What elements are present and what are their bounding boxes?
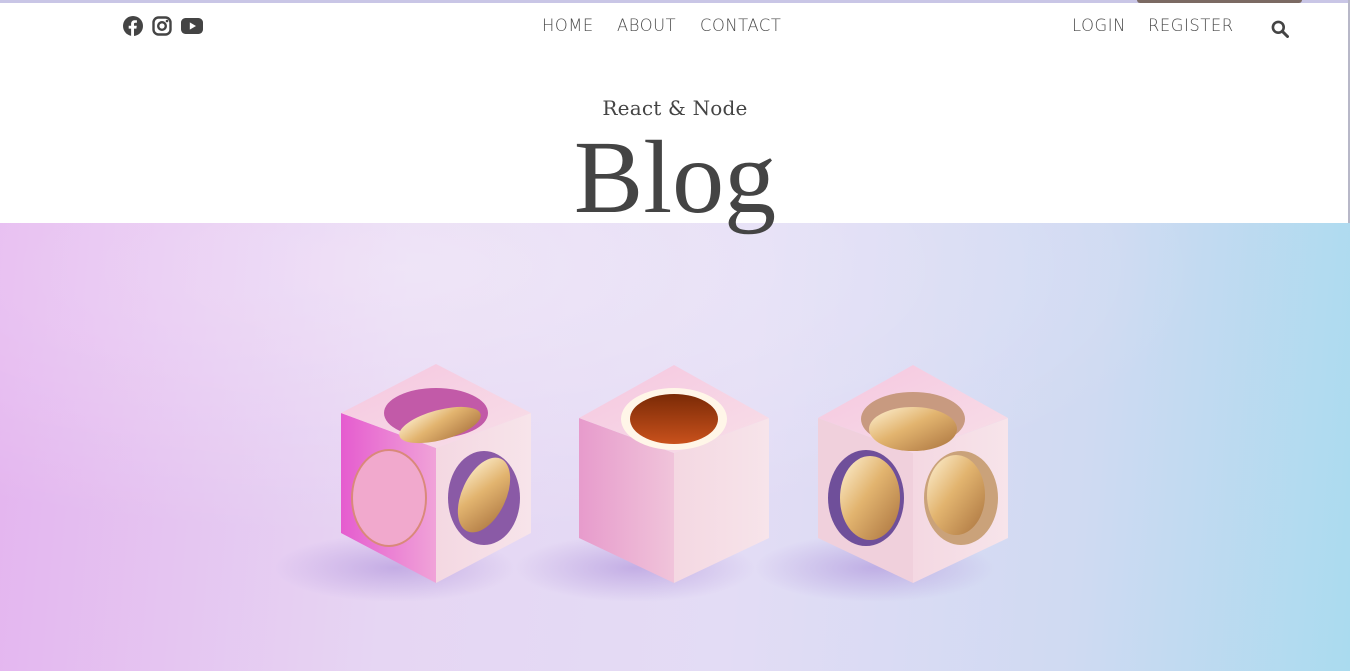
nav-about-link[interactable]: ABOUT [617,16,676,36]
main-menu: HOME ABOUT CONTACT [542,16,784,36]
header-title: Blog [573,120,777,235]
youtube-icon[interactable] [181,18,203,34]
instagram-icon[interactable] [152,16,172,36]
nav-login-link[interactable]: LOGIN [1072,16,1126,36]
auth-menu: LOGIN REGISTER [1072,16,1237,36]
header-image [0,223,1350,671]
page: HOME ABOUT CONTACT LOGIN REGISTER React … [0,0,1350,671]
social-links [123,16,203,36]
top-navbar: HOME ABOUT CONTACT LOGIN REGISTER [0,3,1350,53]
nav-contact-link[interactable]: CONTACT [700,16,781,36]
search-icon[interactable] [1271,20,1289,38]
facebook-icon[interactable] [123,16,143,36]
header-subtitle: React & Node [602,96,748,120]
nav-register-link[interactable]: REGISTER [1148,16,1234,36]
nav-home-link[interactable]: HOME [542,16,594,36]
